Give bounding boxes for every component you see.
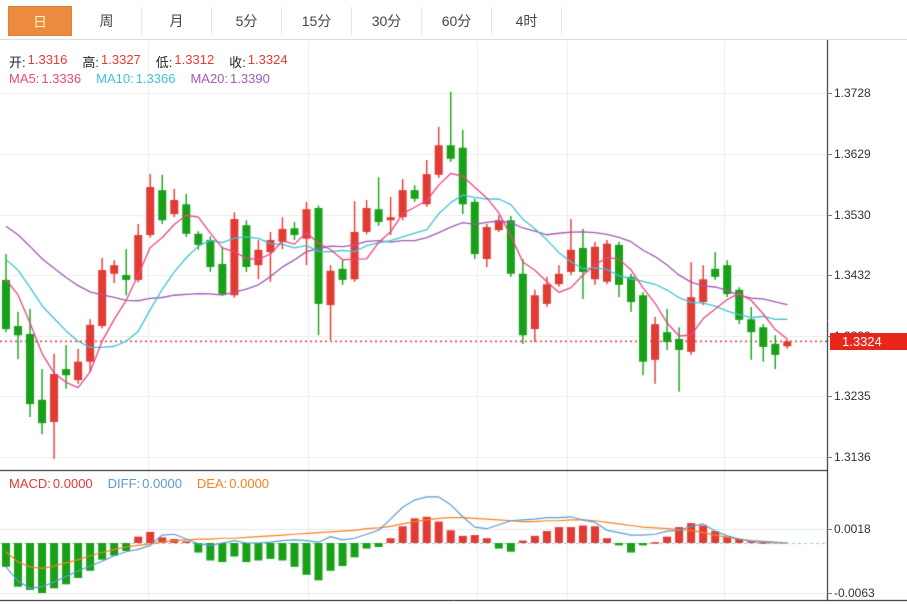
tab-5min[interactable]: 5分 <box>212 7 282 35</box>
period-tabbar: 日 周 月 5分 15分 30分 60分 4时 <box>0 0 907 40</box>
dea-readout: DEA:0.0000 <box>197 476 269 491</box>
macd-value-readout: MACD:0.0000 <box>9 476 93 491</box>
close-readout: 收:1.3324 <box>229 52 287 71</box>
ma5-readout: MA5:1.3336 <box>9 71 81 86</box>
ma20-readout: MA20:1.3390 <box>190 71 269 86</box>
y-axis-label: 1.3530 <box>834 207 904 223</box>
tab-day[interactable]: 日 <box>8 6 72 36</box>
candlestick-chart-canvas[interactable] <box>0 0 907 604</box>
y-axis-label: 1.3629 <box>834 146 904 162</box>
macd-axis-label: -0.0063 <box>834 585 904 601</box>
macd-readout: MACD:0.0000 DIFF:0.0000 DEA:0.0000 <box>9 476 269 491</box>
y-axis-label: 1.3432 <box>834 267 904 283</box>
high-readout: 高:1.3327 <box>82 52 140 71</box>
macd-axis-label: 0.0018 <box>834 521 904 537</box>
tab-week[interactable]: 周 <box>72 7 142 35</box>
tab-15min[interactable]: 15分 <box>282 7 352 35</box>
tab-4hour[interactable]: 4时 <box>492 7 562 35</box>
tab-60min[interactable]: 60分 <box>422 7 492 35</box>
open-readout: 开:1.3316 <box>9 52 67 71</box>
ma-readout: MA5:1.3336 MA10:1.3366 MA20:1.3390 <box>9 71 270 86</box>
trading-chart-window: 日 周 月 5分 15分 30分 60分 4时 开:1.3316 高:1.332… <box>0 0 907 604</box>
y-axis-label: 1.3728 <box>834 85 904 101</box>
tab-30min[interactable]: 30分 <box>352 7 422 35</box>
ohlc-readout: 开:1.3316 高:1.3327 低:1.3312 收:1.3324 <box>9 52 288 71</box>
low-readout: 低:1.3312 <box>156 52 214 71</box>
y-axis-label: 1.3235 <box>834 388 904 404</box>
y-axis-label: 1.3136 <box>834 449 904 465</box>
diff-readout: DIFF:0.0000 <box>108 476 182 491</box>
tab-month[interactable]: 月 <box>142 7 212 35</box>
ma10-readout: MA10:1.3366 <box>96 71 175 86</box>
current-price-tag: 1.3324 <box>830 333 907 350</box>
